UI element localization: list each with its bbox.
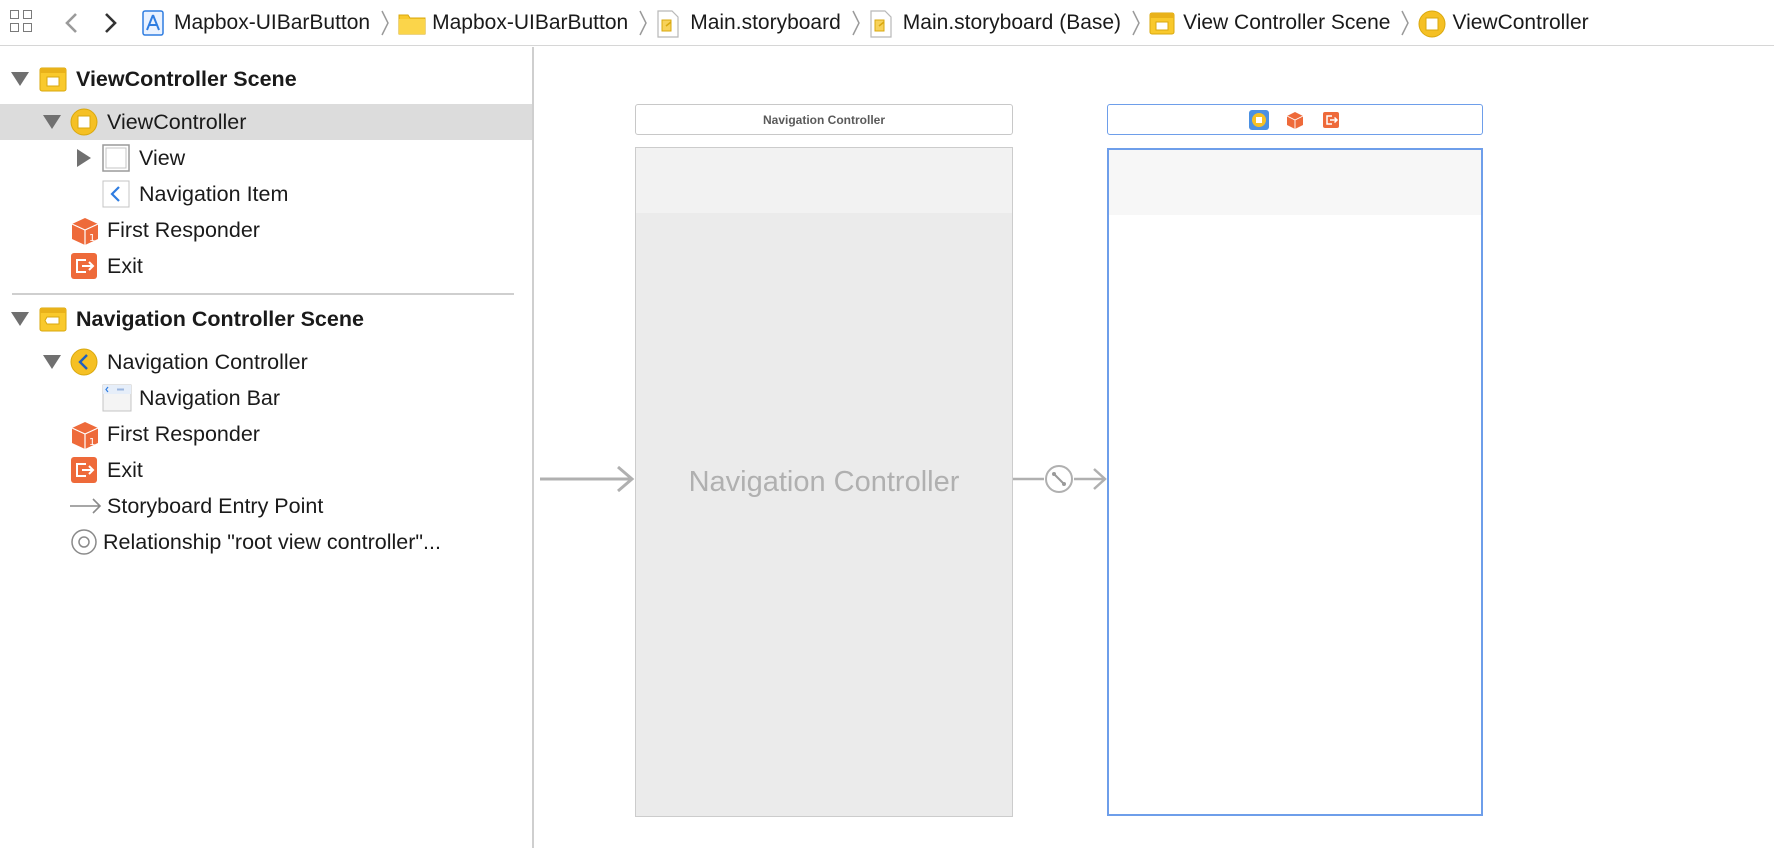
outline-item-first-responder[interactable]: 1 First Responder [0, 212, 532, 248]
dock-view-controller-icon[interactable] [1249, 109, 1269, 130]
outline-item-storyboard-entry-point[interactable]: Storyboard Entry Point [0, 488, 532, 524]
view-controller-icon [70, 108, 98, 136]
outline-item-exit[interactable]: Exit [0, 248, 532, 284]
outline-item-first-responder[interactable]: 1 First Responder [0, 416, 532, 452]
dock-first-responder-icon[interactable] [1285, 110, 1305, 130]
dock-exit-icon[interactable] [1321, 110, 1341, 130]
breadcrumb-storyboard-base[interactable]: Main.storyboard (Base) [869, 9, 1122, 38]
navigation-bar-area [636, 148, 1012, 213]
navigation-bar-icon [102, 384, 132, 412]
outline-item-navigation-controller[interactable]: Navigation Controller [0, 344, 532, 380]
outline-scene-viewcontroller[interactable]: ViewController Scene [0, 61, 532, 97]
breadcrumb-folder[interactable]: Mapbox-UIBarButton [398, 10, 628, 36]
folder-icon [398, 10, 426, 36]
outline-item-navigation-bar[interactable]: Navigation Bar [0, 380, 532, 416]
disclosure-triangle-open-icon[interactable] [11, 72, 29, 86]
outline-item-label: First Responder [107, 421, 260, 446]
storyboard-file-icon [656, 9, 682, 38]
related-items-grid-icon[interactable] [10, 9, 36, 36]
view-icon [102, 144, 130, 172]
breadcrumb-label: Main.storyboard (Base) [902, 10, 1122, 34]
entry-point-arrow-icon[interactable] [538, 459, 638, 499]
outline-item-label: Storyboard Entry Point [107, 493, 324, 518]
breadcrumb-label: Main.storyboard [690, 10, 841, 34]
outline-item-navigation-item[interactable]: Navigation Item [0, 176, 532, 212]
scene-icon [39, 65, 67, 93]
breadcrumb-separator-icon [632, 8, 654, 38]
svg-text:1: 1 [89, 437, 95, 448]
view-controller-scene-dock[interactable] [1107, 104, 1483, 135]
breadcrumb-storyboard[interactable]: Main.storyboard [656, 9, 841, 38]
outline-item-label: Navigation Controller [107, 349, 308, 374]
outline-scene-navigation-controller[interactable]: Navigation Controller Scene [0, 301, 532, 337]
disclosure-triangle-open-icon[interactable] [43, 115, 61, 129]
view-controller-frame[interactable] [1107, 148, 1483, 816]
svg-text:1: 1 [89, 233, 95, 244]
outline-item-label: Relationship "root view controller"... [103, 529, 441, 554]
breadcrumb-label: View Controller Scene [1183, 10, 1391, 34]
outline-scene-title: ViewController Scene [76, 66, 297, 91]
document-outline: ViewController Scene ViewController View… [0, 47, 534, 848]
back-arrow-icon[interactable] [58, 8, 84, 38]
breadcrumb-label: ViewController [1452, 10, 1589, 34]
breadcrumb-view-controller[interactable]: ViewController [1418, 10, 1589, 37]
breadcrumb-label: Mapbox-UIBarButton [432, 10, 629, 34]
navigation-controller-icon [70, 348, 98, 376]
breadcrumb-label: Mapbox-UIBarButton [174, 10, 371, 34]
entry-arrow-icon [68, 492, 104, 520]
outline-item-relationship[interactable]: Relationship "root view controller"... [0, 524, 532, 560]
first-responder-icon: 1 [70, 216, 99, 245]
breadcrumb-separator-icon [845, 8, 867, 38]
storyboard-canvas[interactable]: Navigation Controller Navigation Control… [536, 47, 1774, 848]
relationship-icon [70, 528, 98, 556]
scene-divider [12, 293, 514, 295]
navigation-item-icon [102, 180, 130, 208]
scene-icon [39, 305, 67, 333]
exit-icon [70, 252, 98, 280]
breadcrumb-scene[interactable]: View Controller Scene [1149, 10, 1390, 36]
disclosure-triangle-open-icon[interactable] [43, 355, 61, 369]
navigation-controller-frame[interactable]: Navigation Controller [635, 147, 1013, 817]
segue-relationship-icon[interactable] [1044, 464, 1074, 494]
view-controller-icon [1418, 10, 1446, 37]
jump-bar: Mapbox-UIBarButton Mapbox-UIBarButton Ma… [0, 0, 1774, 46]
outline-scene-title: Navigation Controller Scene [76, 306, 364, 331]
scene-icon [1149, 10, 1175, 36]
xcode-project-icon [140, 9, 166, 36]
navigation-bar-area [1109, 150, 1481, 215]
forward-arrow-icon[interactable] [98, 8, 124, 38]
outline-item-viewcontroller[interactable]: ViewController [0, 104, 532, 140]
outline-item-view[interactable]: View [0, 140, 532, 176]
breadcrumb-project[interactable]: Mapbox-UIBarButton [140, 9, 371, 36]
first-responder-icon: 1 [70, 420, 99, 449]
outline-item-label: Exit [107, 253, 143, 278]
exit-icon [70, 456, 98, 484]
outline-item-exit[interactable]: Exit [0, 452, 532, 488]
breadcrumb-separator-icon [374, 8, 396, 38]
nav-controller-scene-dock[interactable]: Navigation Controller [635, 104, 1013, 135]
outline-item-label: ViewController [107, 109, 247, 134]
outline-item-label: First Responder [107, 217, 260, 242]
outline-item-label: Navigation Bar [139, 385, 281, 410]
storyboard-file-icon [869, 9, 895, 38]
outline-item-label: Navigation Item [139, 181, 289, 206]
scene-dock-label: Navigation Controller [762, 112, 885, 127]
outline-item-label: View [139, 145, 186, 170]
disclosure-triangle-open-icon[interactable] [11, 312, 29, 326]
breadcrumb-separator-icon [1394, 8, 1416, 38]
breadcrumb-separator-icon [1125, 8, 1147, 38]
disclosure-triangle-closed-icon[interactable] [77, 149, 91, 167]
outline-item-label: Exit [107, 457, 143, 482]
nav-controller-placeholder-title: Navigation Controller [688, 466, 960, 498]
